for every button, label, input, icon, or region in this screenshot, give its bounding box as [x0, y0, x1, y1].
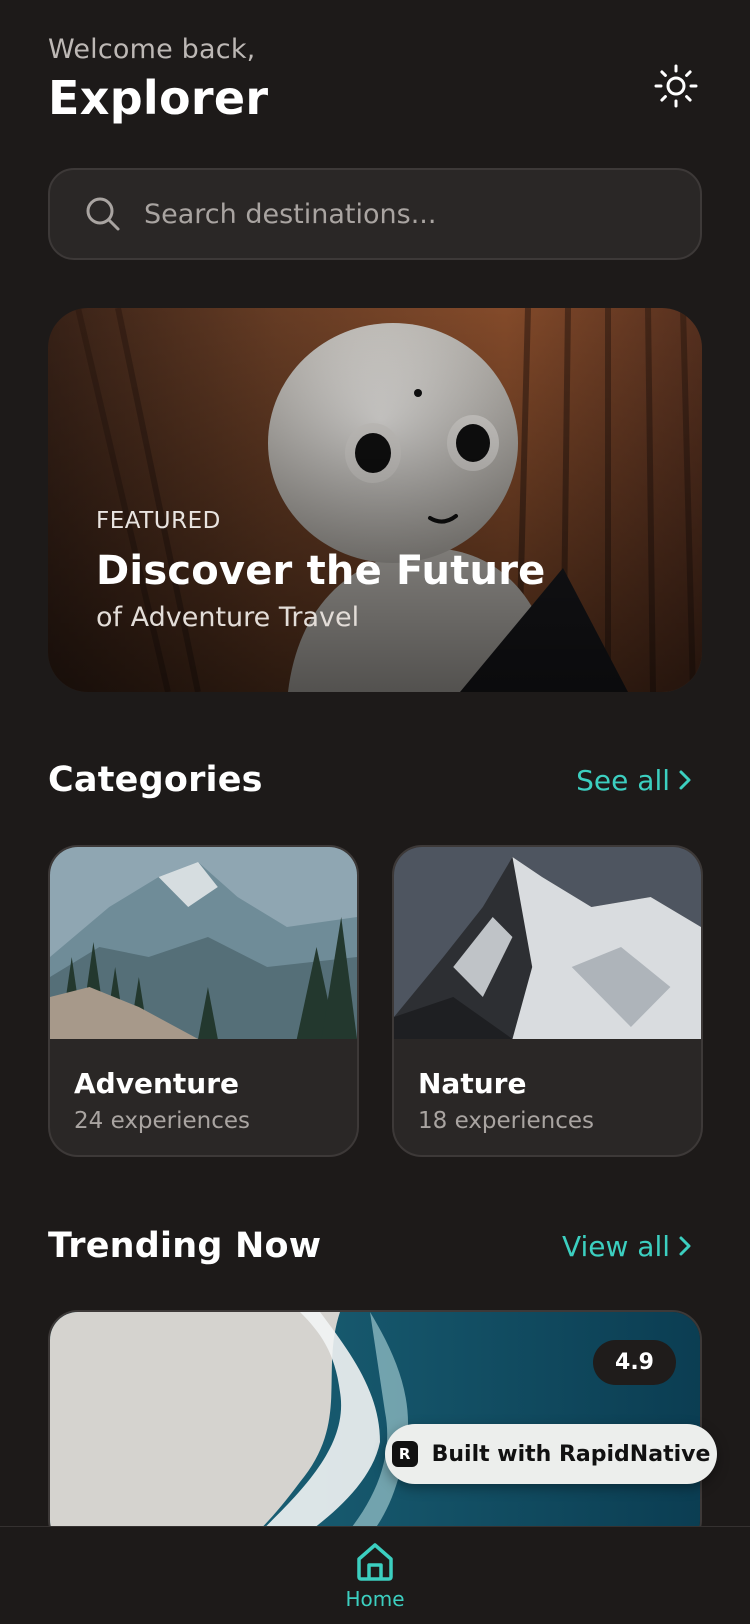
rapidnative-logo-icon: R	[391, 1441, 418, 1467]
featured-text: FEATURED Discover the Future of Adventur…	[96, 508, 545, 633]
home-icon	[357, 1543, 393, 1581]
tab-home[interactable]: Home	[345, 1539, 405, 1611]
nature-image	[394, 847, 701, 1039]
featured-kicker: FEATURED	[96, 508, 221, 534]
categories-title: Categories	[48, 760, 263, 800]
header: Welcome back, Explorer	[48, 34, 702, 125]
featured-subtitle: of Adventure Travel	[96, 602, 360, 633]
category-count: 18 experiences	[418, 1108, 595, 1134]
category-card-nature[interactable]: Nature 18 experiences	[392, 845, 703, 1157]
sun-icon	[654, 64, 698, 108]
chevron-right-icon	[679, 770, 691, 790]
trending-title: Trending Now	[48, 1226, 322, 1266]
bottom-tab-bar: Home	[0, 1526, 750, 1624]
username-title: Explorer	[48, 71, 269, 125]
categories-header: Categories See all	[48, 760, 702, 800]
tab-home-label: Home	[345, 1587, 405, 1611]
search-input[interactable]	[144, 198, 664, 230]
rating-badge: 4.9	[593, 1340, 676, 1385]
category-name: Adventure	[74, 1067, 240, 1100]
theme-toggle-button[interactable]	[650, 60, 702, 112]
search-icon	[86, 197, 120, 231]
category-count: 24 experiences	[74, 1108, 251, 1134]
category-name: Nature	[418, 1067, 527, 1100]
featured-robot-image	[48, 308, 702, 692]
view-all-link[interactable]: View all	[562, 1230, 702, 1263]
chevron-right-icon	[679, 1236, 691, 1256]
welcome-text: Welcome back,	[48, 34, 256, 65]
adventure-image	[50, 847, 357, 1039]
see-all-link[interactable]: See all	[576, 764, 702, 797]
view-all-label: View all	[561, 1229, 670, 1263]
see-all-label: See all	[576, 763, 670, 797]
featured-banner[interactable]: FEATURED Discover the Future of Adventur…	[48, 308, 702, 692]
trending-header: Trending Now View all	[48, 1226, 702, 1266]
built-with-badge[interactable]: R Built with RapidNative	[385, 1424, 717, 1484]
category-card-adventure[interactable]: Adventure 24 experiences	[48, 845, 359, 1157]
featured-title: Discover the Future	[96, 548, 546, 594]
built-with-label: Built with RapidNative	[431, 1441, 711, 1467]
search-bar[interactable]	[48, 168, 702, 260]
